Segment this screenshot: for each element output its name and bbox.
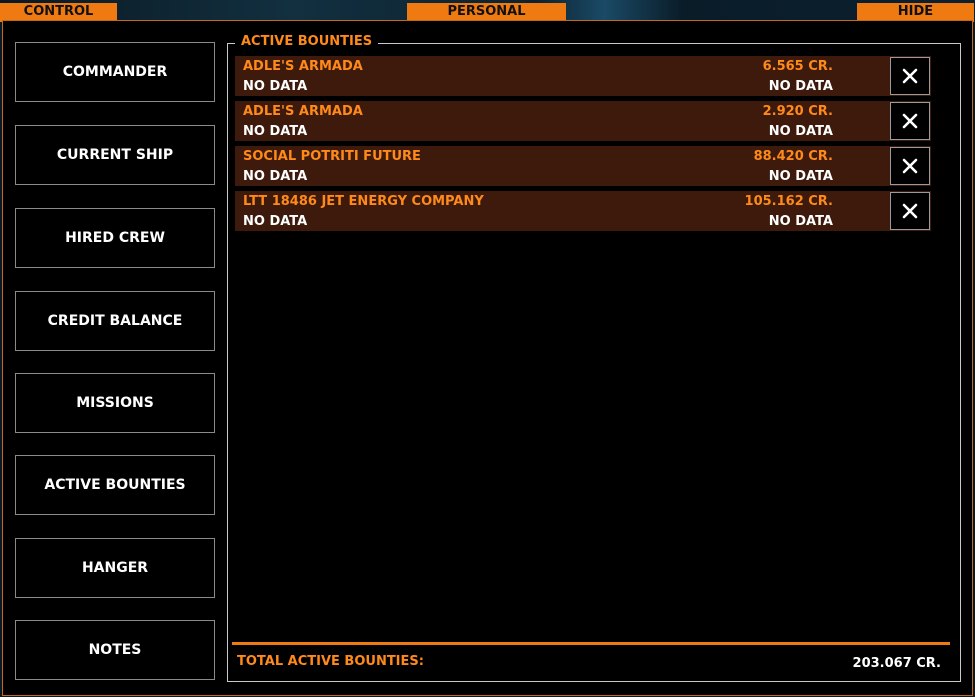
bounty-sub-left: NO DATA (243, 79, 308, 94)
bounty-row[interactable]: SOCIAL POTRITI FUTURE 88.420 CR. NO DATA… (235, 146, 931, 186)
remove-bounty-button[interactable] (890, 102, 930, 140)
total-value: 203.067 CR. (852, 656, 941, 671)
bounty-name: ADLE'S ARMADA (243, 104, 363, 119)
panel-title: ACTIVE BOUNTIES (235, 34, 379, 49)
bounty-sub-left: NO DATA (243, 169, 308, 184)
bounty-sub-right: NO DATA (768, 124, 833, 139)
nav-missions-button[interactable]: MISSIONS (15, 373, 215, 433)
main-window: COMMANDER CURRENT SHIP HIRED CREW CREDIT… (2, 20, 973, 696)
bounty-sub-right: NO DATA (768, 169, 833, 184)
nav-hanger-button[interactable]: HANGER (15, 538, 215, 598)
nav-notes-button[interactable]: NOTES (15, 620, 215, 680)
footer-divider (232, 642, 950, 645)
nav-commander-button[interactable]: COMMANDER (15, 42, 215, 102)
nav-credit-balance-button[interactable]: CREDIT BALANCE (15, 291, 215, 351)
bounty-amount: 6.565 CR. (762, 59, 833, 74)
remove-bounty-button[interactable] (890, 57, 930, 95)
bounty-name: SOCIAL POTRITI FUTURE (243, 149, 421, 164)
bounty-amount: 88.420 CR. (753, 149, 833, 164)
bounty-sub-right: NO DATA (768, 79, 833, 94)
nav-current-ship-button[interactable]: CURRENT SHIP (15, 125, 215, 185)
bounty-sub-left: NO DATA (243, 124, 308, 139)
remove-bounty-button[interactable] (890, 147, 930, 185)
bounty-amount: 2.920 CR. (762, 104, 833, 119)
bounty-row[interactable]: LTT 18486 JET ENERGY COMPANY 105.162 CR.… (235, 191, 931, 231)
bounty-sub-left: NO DATA (243, 214, 308, 229)
close-icon (902, 203, 918, 219)
bounty-amount: 105.162 CR. (744, 194, 833, 209)
total-label: TOTAL ACTIVE BOUNTIES: (237, 654, 424, 669)
remove-bounty-button[interactable] (890, 192, 930, 230)
bounty-name: LTT 18486 JET ENERGY COMPANY (243, 194, 484, 209)
bounty-row[interactable]: ADLE'S ARMADA 6.565 CR. NO DATA NO DATA (235, 56, 931, 96)
close-icon (902, 68, 918, 84)
bounty-name: ADLE'S ARMADA (243, 59, 363, 74)
bounty-row[interactable]: ADLE'S ARMADA 2.920 CR. NO DATA NO DATA (235, 101, 931, 141)
close-icon (902, 113, 918, 129)
nav-active-bounties-button[interactable]: ACTIVE BOUNTIES (15, 455, 215, 515)
nav-hired-crew-button[interactable]: HIRED CREW (15, 208, 215, 268)
bounty-sub-right: NO DATA (768, 214, 833, 229)
close-icon (902, 158, 918, 174)
